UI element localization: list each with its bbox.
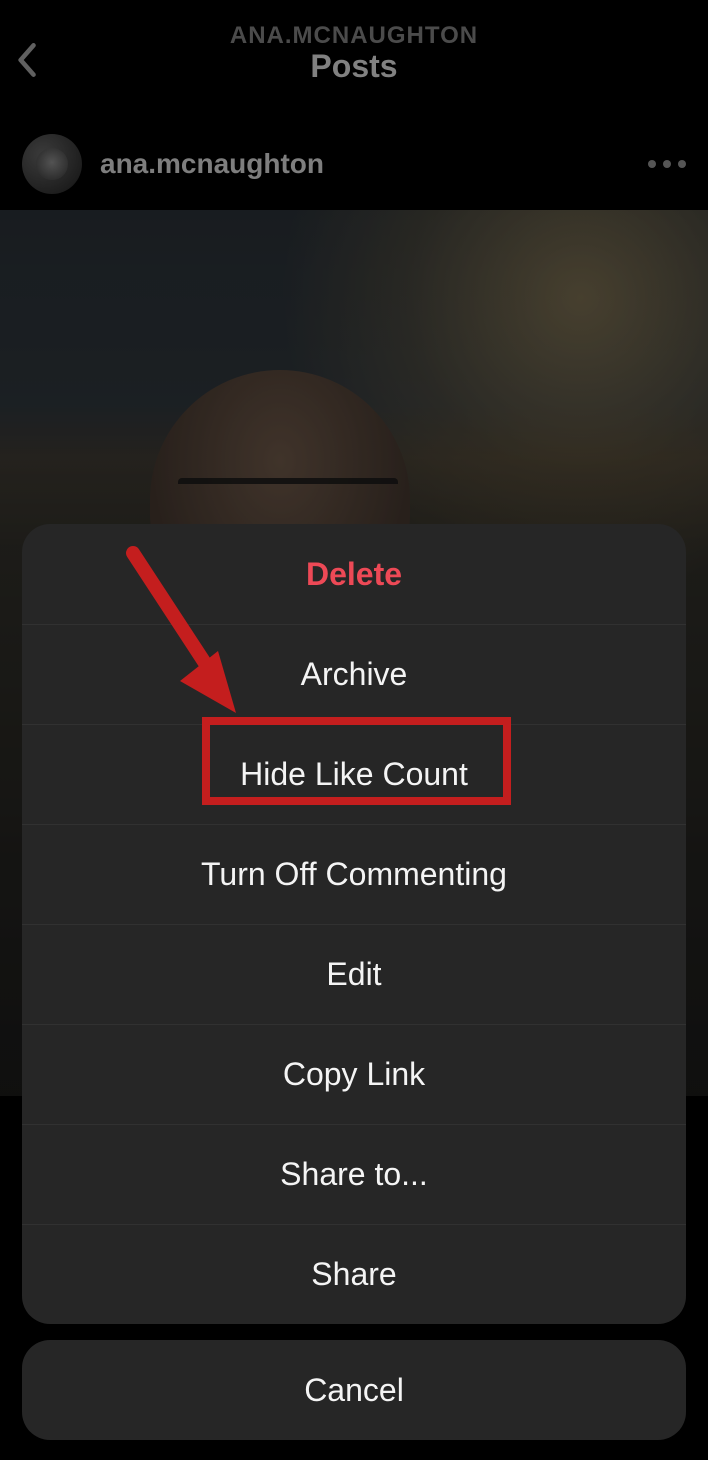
sheet-item-hide-like-count[interactable]: Hide Like Count xyxy=(22,724,686,824)
sheet-item-archive[interactable]: Archive xyxy=(22,624,686,724)
sheet-item-copy-link[interactable]: Copy Link xyxy=(22,1024,686,1124)
action-sheet: Delete Archive Hide Like Count Turn Off … xyxy=(22,524,686,1440)
screen: ANA.MCNAUGHTON Posts ana.mcnaughton View… xyxy=(0,0,708,1460)
sheet-item-edit[interactable]: Edit xyxy=(22,924,686,1024)
sheet-cancel-button[interactable]: Cancel xyxy=(22,1340,686,1440)
sheet-item-share[interactable]: Share xyxy=(22,1224,686,1324)
action-sheet-list: Delete Archive Hide Like Count Turn Off … xyxy=(22,524,686,1324)
sheet-item-turn-off-commenting[interactable]: Turn Off Commenting xyxy=(22,824,686,924)
sheet-item-share-to[interactable]: Share to... xyxy=(22,1124,686,1224)
sheet-item-delete[interactable]: Delete xyxy=(22,524,686,624)
